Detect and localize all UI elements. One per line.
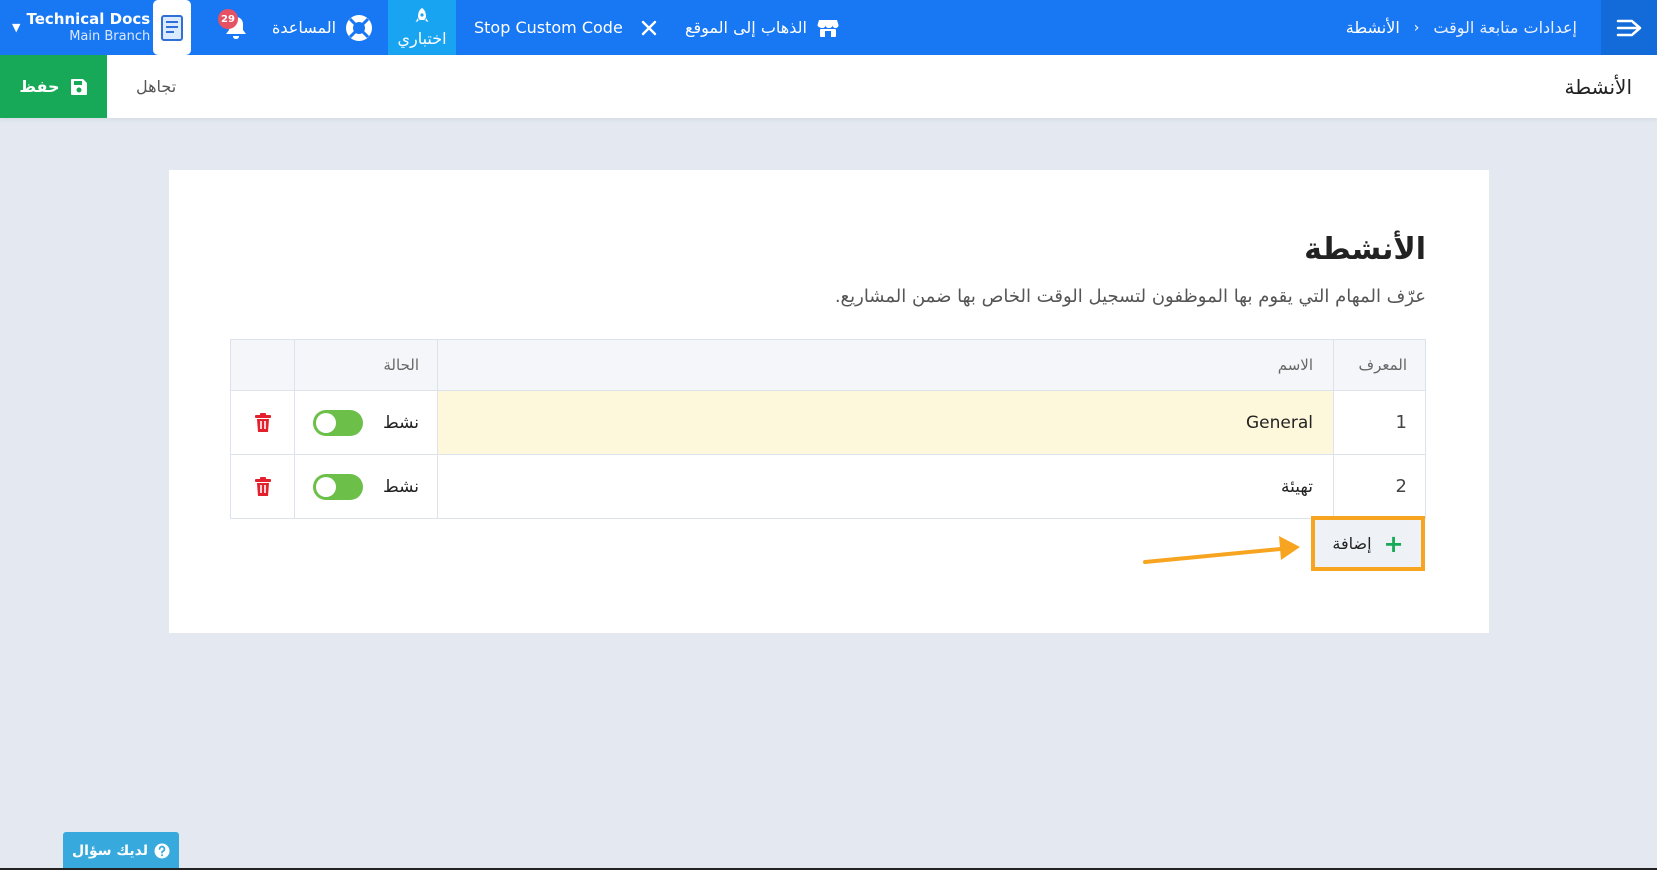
add-label: إضافة — [1332, 534, 1372, 553]
card-title: الأنشطة — [1304, 232, 1426, 267]
row-status: نشط — [294, 391, 437, 454]
page-title: الأنشطة — [1564, 74, 1633, 99]
table-row: 2 تهيئة نشط — [231, 454, 1425, 518]
goto-site-link[interactable]: الذهاب إلى الموقع — [685, 0, 839, 55]
column-header-name: الاسم — [437, 340, 1333, 390]
question-circle-icon — [154, 843, 170, 859]
help-button[interactable]: المساعدة — [272, 0, 374, 55]
save-label: حفظ — [19, 77, 60, 96]
column-header-actions — [231, 340, 294, 390]
card-description: عرّف المهام التي يقوم بها الموظفون لتسجي… — [834, 286, 1426, 307]
ignore-button[interactable]: تجاهل — [136, 55, 176, 118]
account-switcher[interactable]: ▼ Technical Docs Main Branch — [12, 0, 150, 55]
breadcrumb-activities: الأنشطة — [1345, 18, 1400, 37]
activities-table: المعرف الاسم الحالة 1 General نشط 2 تهيئ… — [230, 339, 1426, 519]
close-icon — [641, 20, 657, 35]
row-name-input[interactable]: General — [437, 391, 1333, 454]
table-row: 1 General نشط — [231, 390, 1425, 454]
top-navbar: إعدادات متابعة الوقت ‹ الأنشطة الذهاب إل… — [0, 0, 1657, 55]
lifebuoy-icon — [346, 14, 373, 41]
breadcrumb-time-tracking-settings[interactable]: إعدادات متابعة الوقت — [1433, 18, 1577, 37]
trash-icon[interactable] — [254, 412, 272, 433]
chevron-left-icon: ‹ — [1413, 19, 1420, 36]
add-activity-button[interactable]: + إضافة — [1311, 516, 1425, 571]
test-mode-label: اختباري — [397, 29, 447, 48]
row-actions — [231, 391, 294, 454]
test-mode-button[interactable]: اختباري — [388, 0, 456, 55]
caret-down-icon: ▼ — [12, 21, 21, 34]
rocket-icon — [415, 8, 429, 22]
help-label: المساعدة — [272, 18, 337, 37]
column-header-id: المعرف — [1333, 340, 1425, 390]
breadcrumb: إعدادات متابعة الوقت ‹ الأنشطة — [1346, 0, 1577, 55]
stop-custom-code-button[interactable]: Stop Custom Code — [474, 0, 657, 55]
page-header: الأنشطة تجاهل حفظ — [0, 55, 1657, 118]
plus-icon: + — [1383, 529, 1404, 558]
table-header: المعرف الاسم الحالة — [231, 340, 1425, 390]
account-branch: Main Branch — [69, 28, 151, 44]
account-name: Technical Docs — [26, 9, 151, 28]
status-label: نشط — [382, 476, 419, 497]
document-logo-icon — [161, 14, 183, 41]
save-button[interactable]: حفظ — [0, 55, 107, 118]
have-a-question-button[interactable]: لديك سؤال — [63, 832, 179, 870]
row-id: 1 — [1333, 391, 1425, 454]
menu-arrow-icon — [1616, 19, 1642, 36]
status-label: نشط — [382, 412, 419, 433]
save-icon — [70, 78, 87, 95]
status-toggle[interactable] — [312, 409, 363, 436]
activities-card: الأنشطة عرّف المهام التي يقوم بها الموظف… — [169, 170, 1489, 633]
stop-custom-code-label: Stop Custom Code — [474, 18, 623, 37]
account-logo[interactable] — [153, 0, 191, 55]
notifications-badge: 29 — [218, 9, 238, 29]
notifications-button[interactable]: 29 — [218, 0, 254, 55]
goto-site-label: الذهاب إلى الموقع — [685, 18, 807, 37]
sidebar-toggle-button[interactable] — [1601, 0, 1657, 55]
row-actions — [231, 455, 294, 518]
column-header-status: الحالة — [294, 340, 437, 390]
status-toggle[interactable] — [312, 473, 363, 500]
store-icon — [817, 19, 839, 37]
row-name-input[interactable]: تهيئة — [437, 455, 1333, 518]
have-a-question-label: لديك سؤال — [72, 843, 149, 859]
row-id: 2 — [1333, 455, 1425, 518]
trash-icon[interactable] — [254, 476, 272, 497]
row-status: نشط — [294, 455, 437, 518]
